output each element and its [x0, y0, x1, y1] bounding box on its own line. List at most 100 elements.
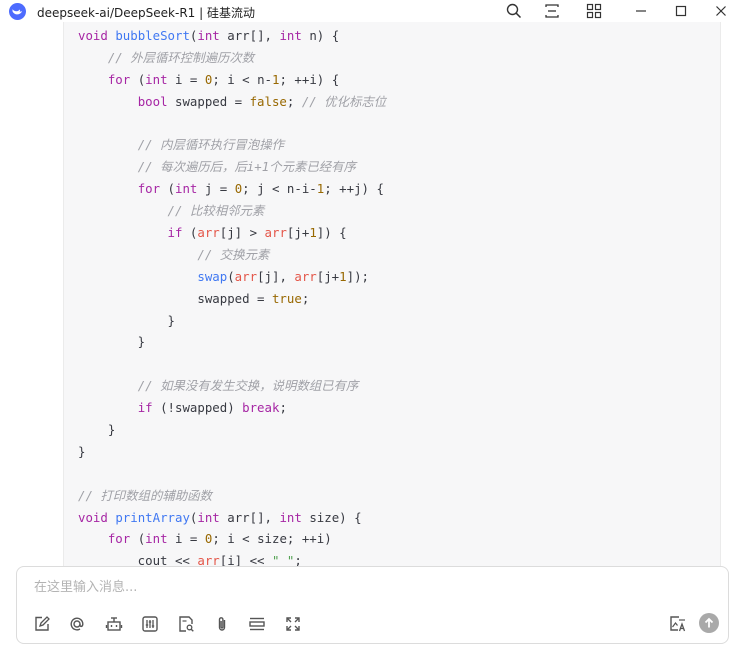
code-token: arr — [197, 553, 220, 567]
paperclip-icon — [218, 617, 226, 631]
divider-lines-icon — [249, 617, 265, 631]
maximize-button[interactable] — [667, 0, 695, 22]
code-token: void — [78, 28, 108, 43]
settings-sliders-button[interactable] — [139, 613, 161, 635]
code-token: int — [197, 28, 220, 43]
code-line: for (int i = 0; i < size; ++i) — [78, 528, 386, 550]
code-line: // 每次遍历后，后i+1个元素已经有序 — [78, 156, 386, 178]
code-token: ( — [160, 181, 175, 197]
grid-icon — [586, 3, 602, 19]
code-token: swapped = — [167, 93, 250, 109]
code-token: bool — [137, 93, 168, 109]
code-token: // 比较相邻元素 — [167, 203, 265, 219]
close-button[interactable] — [707, 0, 735, 22]
code-token: 1 — [309, 225, 317, 241]
code-line: cout << arr[i] << " "; — [78, 550, 386, 567]
mention-button[interactable] — [66, 613, 88, 635]
file-search-icon — [179, 616, 194, 632]
code-token: n) { — [301, 28, 340, 43]
message-input[interactable] — [34, 577, 674, 597]
code-line: if (arr[j] > arr[j+1]) { — [78, 222, 386, 244]
code-token: ; ++i) { — [279, 71, 340, 87]
code-line: void printArray(int arr[], int size) { — [78, 507, 386, 529]
code-token: for — [107, 531, 131, 547]
code-line: ​ — [78, 353, 386, 375]
code-token: cout << — [78, 553, 198, 567]
code-line: // 交换元素 — [78, 244, 386, 266]
code-line: // 外层循环控制遍历次数 — [78, 47, 386, 69]
code-token: // 如果没有发生交换，说明数组已有序 — [137, 378, 359, 394]
translate-image-button[interactable] — [667, 613, 689, 635]
code-token: swap — [197, 268, 228, 284]
code-token: size) { — [301, 509, 362, 525]
code-line: ​ — [78, 113, 386, 135]
grid-button[interactable] — [580, 0, 608, 22]
code-token: ; j < n-i- — [242, 181, 317, 197]
assistant-button[interactable] — [103, 613, 125, 635]
send-button[interactable] — [699, 613, 719, 633]
code-token: // 优化标志位 — [301, 93, 387, 109]
code-token: break — [242, 400, 280, 416]
code-token: bubbleSort — [115, 28, 190, 43]
layout-button[interactable] — [538, 0, 566, 22]
close-icon — [716, 6, 726, 16]
code-token: " " — [271, 553, 295, 567]
code-token: ; ++j) { — [324, 181, 384, 197]
code-token: } — [78, 312, 175, 328]
code-token: // 交换元素 — [197, 246, 270, 262]
code-lines: void bubbleSort(int arr[], int n) { // 外… — [78, 25, 386, 567]
code-token: ( — [227, 268, 235, 284]
expand-icon — [286, 617, 300, 631]
code-token: [i] << — [219, 553, 272, 567]
translate-image-icon — [670, 616, 686, 632]
divider-button[interactable] — [246, 613, 268, 635]
minimize-icon — [636, 10, 646, 12]
code-token: [j+ — [316, 268, 340, 284]
code-token: // 打印数组的辅助函数 — [78, 487, 212, 503]
code-token: if — [137, 400, 153, 416]
code-token: arr[], — [219, 28, 280, 43]
code-token: ]); — [346, 268, 370, 284]
send-icon — [704, 617, 714, 628]
code-token: arr — [197, 225, 220, 241]
title-bar: deepseek-ai/DeepSeek-R1 | 硅基流动 — [0, 0, 737, 22]
search-button[interactable] — [500, 0, 528, 22]
code-token: arr — [234, 268, 258, 284]
code-line: for (int j = 0; j < n-i-1; ++j) { — [78, 178, 386, 200]
minimize-button[interactable] — [627, 0, 655, 22]
edit-button[interactable] — [31, 613, 53, 635]
code-token: arr — [294, 268, 317, 284]
message-composer — [16, 566, 729, 644]
code-token: i = — [167, 531, 205, 547]
code-token: int — [279, 509, 302, 525]
code-line: ​ — [78, 463, 386, 485]
search-icon — [506, 3, 522, 19]
file-search-button[interactable] — [175, 613, 197, 635]
code-line: bool swapped = false; // 优化标志位 — [78, 91, 386, 113]
code-token: for — [137, 181, 161, 197]
code-token: ; i < n- — [212, 71, 273, 87]
attach-button[interactable] — [211, 613, 233, 635]
code-token: (!swapped) — [152, 400, 243, 416]
code-token: // 每次遍历后，后i+1个元素已经有序 — [137, 159, 356, 175]
code-line: } — [78, 441, 386, 463]
expand-button[interactable] — [282, 613, 304, 635]
code-token: [j+ — [286, 225, 310, 241]
code-line: void bubbleSort(int arr[], int n) { — [78, 25, 386, 47]
code-token: ( — [130, 71, 146, 87]
code-token: ; i < size; ++i) — [212, 531, 332, 547]
at-mention-icon — [70, 617, 84, 631]
code-line: // 如果没有发生交换，说明数组已有序 — [78, 375, 386, 397]
code-line: // 比较相邻元素 — [78, 200, 386, 222]
window-title: deepseek-ai/DeepSeek-R1 | 硅基流动 — [37, 6, 255, 20]
code-token: false — [249, 93, 287, 109]
code-token: true — [271, 290, 302, 306]
code-token: ; — [286, 93, 302, 109]
